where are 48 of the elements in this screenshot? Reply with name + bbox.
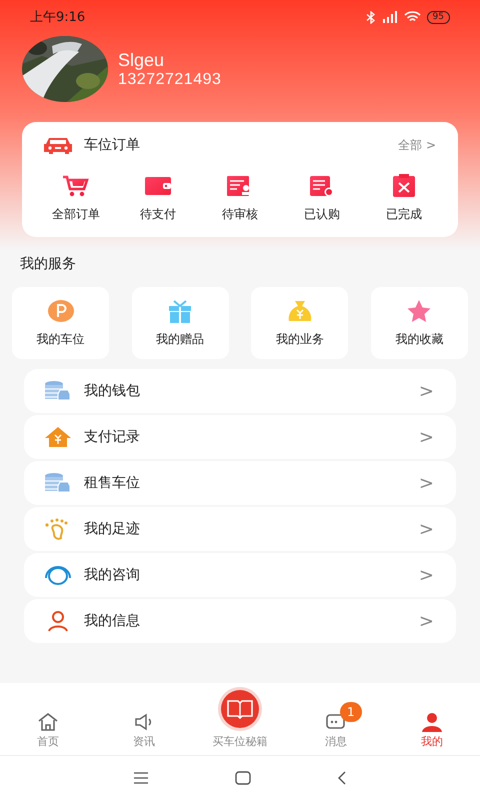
menu-row[interactable]: 我的咨询 > (24, 553, 456, 597)
phone-number: 13272721493 (118, 70, 222, 88)
battery-level: 95 (426, 10, 450, 24)
receipt-coin-icon (309, 174, 335, 198)
menu-row[interactable]: 我的信息 > (24, 599, 456, 643)
bluetooth-icon (366, 10, 376, 24)
service-tile[interactable]: 我的赠品 (132, 287, 229, 359)
person-icon (421, 712, 443, 732)
tab-item[interactable]: 消息 1 (288, 702, 384, 749)
tab-item[interactable]: 资讯 (96, 702, 192, 749)
wallet-icon (145, 174, 171, 198)
signal-icon (382, 11, 398, 23)
book-icon (217, 686, 263, 732)
service-tile[interactable]: 我的业务 (251, 287, 348, 359)
tab-item[interactable]: 首页 (0, 702, 96, 749)
wifi-icon (404, 11, 421, 23)
clipboard-x-icon (391, 174, 417, 198)
tab-item[interactable]: 买车位秘籍 (192, 676, 288, 749)
orders-title: 车位订单 (84, 136, 141, 154)
menu-row[interactable]: 租售车位 > (24, 461, 456, 505)
coins-car-icon (44, 472, 72, 494)
view-all-link[interactable]: 全部 > (398, 136, 436, 154)
tab-item[interactable]: 我的 (384, 702, 480, 749)
menu-row[interactable]: 支付记录 > (24, 415, 456, 459)
home-icon (37, 712, 59, 732)
car-icon (44, 136, 72, 154)
service-tile[interactable]: 我的收藏 (370, 287, 468, 359)
chat-icon (325, 712, 347, 732)
order-status-button[interactable]: 待审核 (210, 174, 270, 223)
order-status-button[interactable]: 已认购 (292, 174, 352, 223)
menu-row[interactable]: 我的足迹 > (24, 507, 456, 551)
user-name: Slgeu (118, 50, 166, 70)
menu-row[interactable]: 我的钱包 > (24, 369, 456, 413)
headset-icon (44, 564, 72, 586)
unread-badge: 1 (340, 702, 362, 722)
house-yen-icon (44, 426, 72, 448)
order-status-button[interactable]: 已完成 (374, 174, 434, 223)
menu-icon[interactable] (133, 772, 149, 784)
cart-icon (63, 174, 89, 198)
coins-car-icon (44, 380, 72, 402)
service-tile[interactable]: 我的车位 (12, 287, 109, 359)
parking-icon (46, 298, 74, 322)
status-time: 上午9:16 (30, 9, 86, 26)
order-status-button[interactable]: 全部订单 (46, 174, 106, 223)
back-icon[interactable] (337, 771, 347, 785)
order-status-button[interactable]: 待支付 (128, 174, 188, 223)
home-square-icon[interactable] (235, 771, 251, 785)
section-title: 我的服务 (20, 255, 77, 273)
